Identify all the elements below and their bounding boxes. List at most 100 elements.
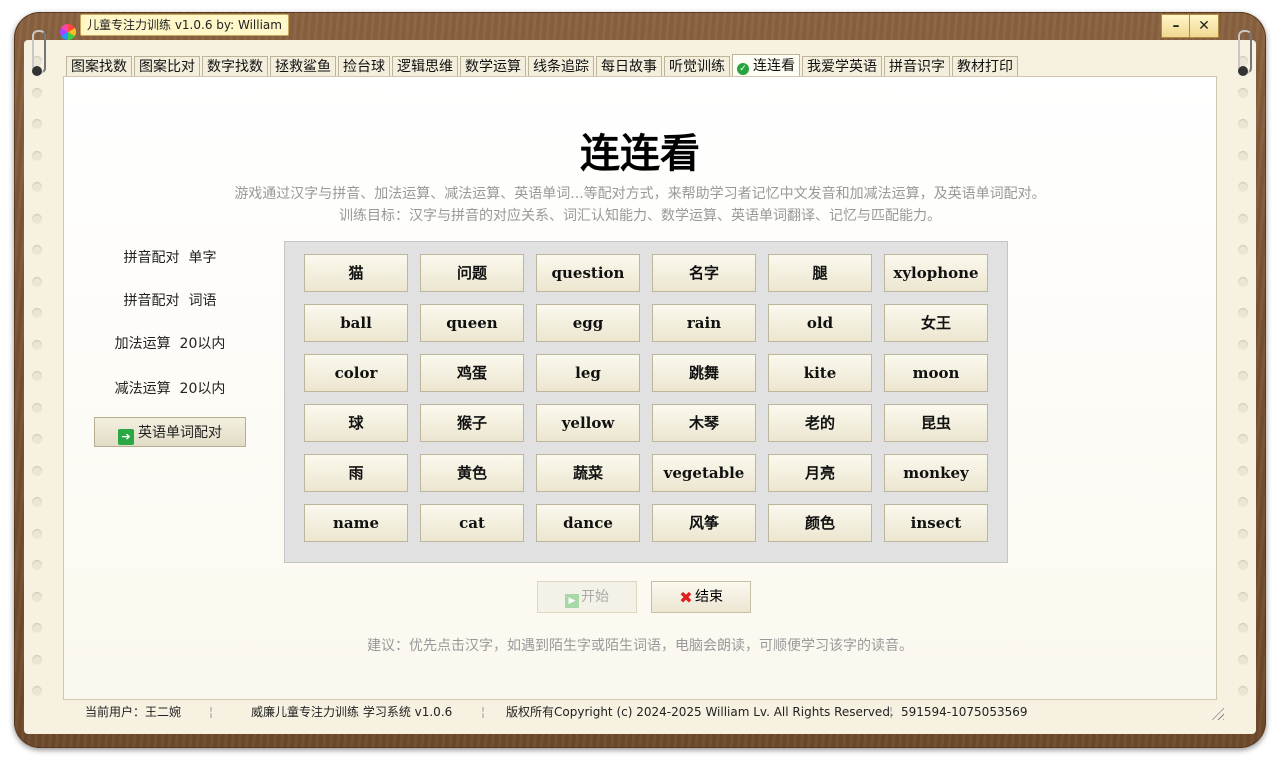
status-divider: ¦ [889,705,894,719]
match-tile[interactable]: 蔬菜 [536,454,640,492]
binder-hole [32,402,42,413]
mode-item-2[interactable]: 加法运算 20以内 [94,329,246,359]
match-tile[interactable]: dance [536,504,640,542]
binder-hole [1238,465,1248,476]
binder-hole [1238,308,1248,318]
mode-label: 拼音配对 单字 [123,250,217,266]
match-tile[interactable]: kite [768,354,872,392]
binder-hole [1238,119,1248,129]
page-title: 连连看 [580,131,700,177]
match-tile[interactable]: 腿 [768,254,872,292]
match-tile[interactable]: leg [536,354,640,392]
match-tile[interactable]: 木琴 [652,404,756,442]
tab-4[interactable]: 捡台球 [338,56,390,77]
tab-9[interactable]: 听觉训练 [664,56,730,77]
match-tile[interactable]: 雨 [304,454,408,492]
binder-hole [1238,182,1248,192]
tab-label: 教材打印 [957,59,1013,75]
tab-label: 线条追踪 [533,59,589,75]
mode-item-1[interactable]: 拼音配对 词语 [94,286,246,316]
tip-text: 建议：优先点击汉字，如遇到陌生字或陌生词语，电脑会朗读，可顺便学习该字的读音。 [367,638,913,654]
match-tile[interactable]: 月亮 [768,454,872,492]
match-tile[interactable]: xylophone [884,254,988,292]
tab-11[interactable]: 我爱学英语 [802,56,882,77]
tab-label: 图案比对 [139,59,195,75]
status-bar: 当前用户：王二婉 ¦ 威廉儿童专注力训练 学习系统 v1.0.6 ¦ 版权所有C… [63,702,1215,722]
match-tile[interactable]: 风筝 [652,504,756,542]
tab-5[interactable]: 逻辑思维 [392,56,458,77]
tab-12[interactable]: 拼音识字 [884,56,950,77]
tab-13[interactable]: 教材打印 [952,56,1018,77]
binder-hole [32,119,42,129]
tab-2[interactable]: 数字找数 [202,56,268,77]
match-tile[interactable]: 老的 [768,404,872,442]
match-tile[interactable]: 女王 [884,304,988,342]
binder-hole [32,150,42,161]
tab-10[interactable]: ✓ 连连看 [732,54,800,77]
close-window-button[interactable]: ✕ [1189,14,1219,38]
binder-hole [32,245,42,255]
minimize-button[interactable]: – [1161,14,1191,38]
mode-item-4[interactable]: ➔ 英语单词配对 [94,417,246,447]
app-logo-icon [60,24,76,40]
match-tile[interactable]: 名字 [652,254,756,292]
binder-hole [32,87,42,98]
match-tile[interactable]: insect [884,504,988,542]
match-tile[interactable]: vegetable [652,454,756,492]
tab-0[interactable]: 图案找数 [66,56,132,77]
match-tile[interactable]: cat [420,504,524,542]
match-tile[interactable]: yellow [536,404,640,442]
window-title: 儿童专注力训练 v1.0.6 by: William [80,14,289,36]
match-tile[interactable]: 球 [304,404,408,442]
close-icon: ✖ [679,588,693,607]
match-tile[interactable]: name [304,504,408,542]
match-tile[interactable]: 问题 [420,254,524,292]
mode-label: 拼音配对 词语 [123,293,217,309]
tab-label: 数字找数 [207,59,263,75]
mode-item-0[interactable]: 拼音配对 单字 [94,243,246,273]
tab-1[interactable]: 图案比对 [134,56,200,77]
tab-7[interactable]: 线条追踪 [528,56,594,77]
binder-hole [32,434,42,444]
end-button[interactable]: ✖ 结束 [651,581,751,613]
match-tile[interactable]: moon [884,354,988,392]
match-tile[interactable]: monkey [884,454,988,492]
tab-label: 拯救鲨鱼 [275,59,331,75]
start-button[interactable]: ▶ 开始 [537,581,637,613]
tab-8[interactable]: 每日故事 [596,56,662,77]
tab-label: 图案找数 [71,59,127,75]
match-tile[interactable]: egg [536,304,640,342]
match-tile[interactable]: 黄色 [420,454,524,492]
match-tile[interactable]: ball [304,304,408,342]
match-tile[interactable]: color [304,354,408,392]
match-tile[interactable]: 猫 [304,254,408,292]
binder-hole [1238,371,1248,381]
tab-6[interactable]: 数学运算 [460,56,526,77]
match-tile[interactable]: 鸡蛋 [420,354,524,392]
end-label: 结束 [695,589,723,605]
match-tile[interactable]: rain [652,304,756,342]
mode-item-3[interactable]: 减法运算 20以内 [94,374,246,404]
binder-hole [1238,150,1248,161]
match-tile[interactable]: 猴子 [420,404,524,442]
mode-label: 英语单词配对 [138,425,222,441]
status-copyright: 版权所有Copyright (c) 2024-2025 William Lv. … [506,705,894,719]
match-tile[interactable]: queen [420,304,524,342]
mode-label: 加法运算 20以内 [114,336,226,352]
binder-hole [32,213,42,224]
tab-label: 我爱学英语 [807,59,877,75]
binder-hole [32,308,42,318]
match-tile[interactable]: 跳舞 [652,354,756,392]
start-label: 开始 [581,589,609,605]
match-tile[interactable]: 颜色 [768,504,872,542]
binder-hole [1238,434,1248,444]
match-tile[interactable]: question [536,254,640,292]
match-tile[interactable]: old [768,304,872,342]
match-tile[interactable]: 昆虫 [884,404,988,442]
binder-hole [32,623,42,633]
binder-hole [1238,591,1248,602]
tab-3[interactable]: 拯救鲨鱼 [270,56,336,77]
binder-hole [1238,87,1248,98]
binder-hole [32,591,42,602]
binder-hole [1238,560,1248,570]
